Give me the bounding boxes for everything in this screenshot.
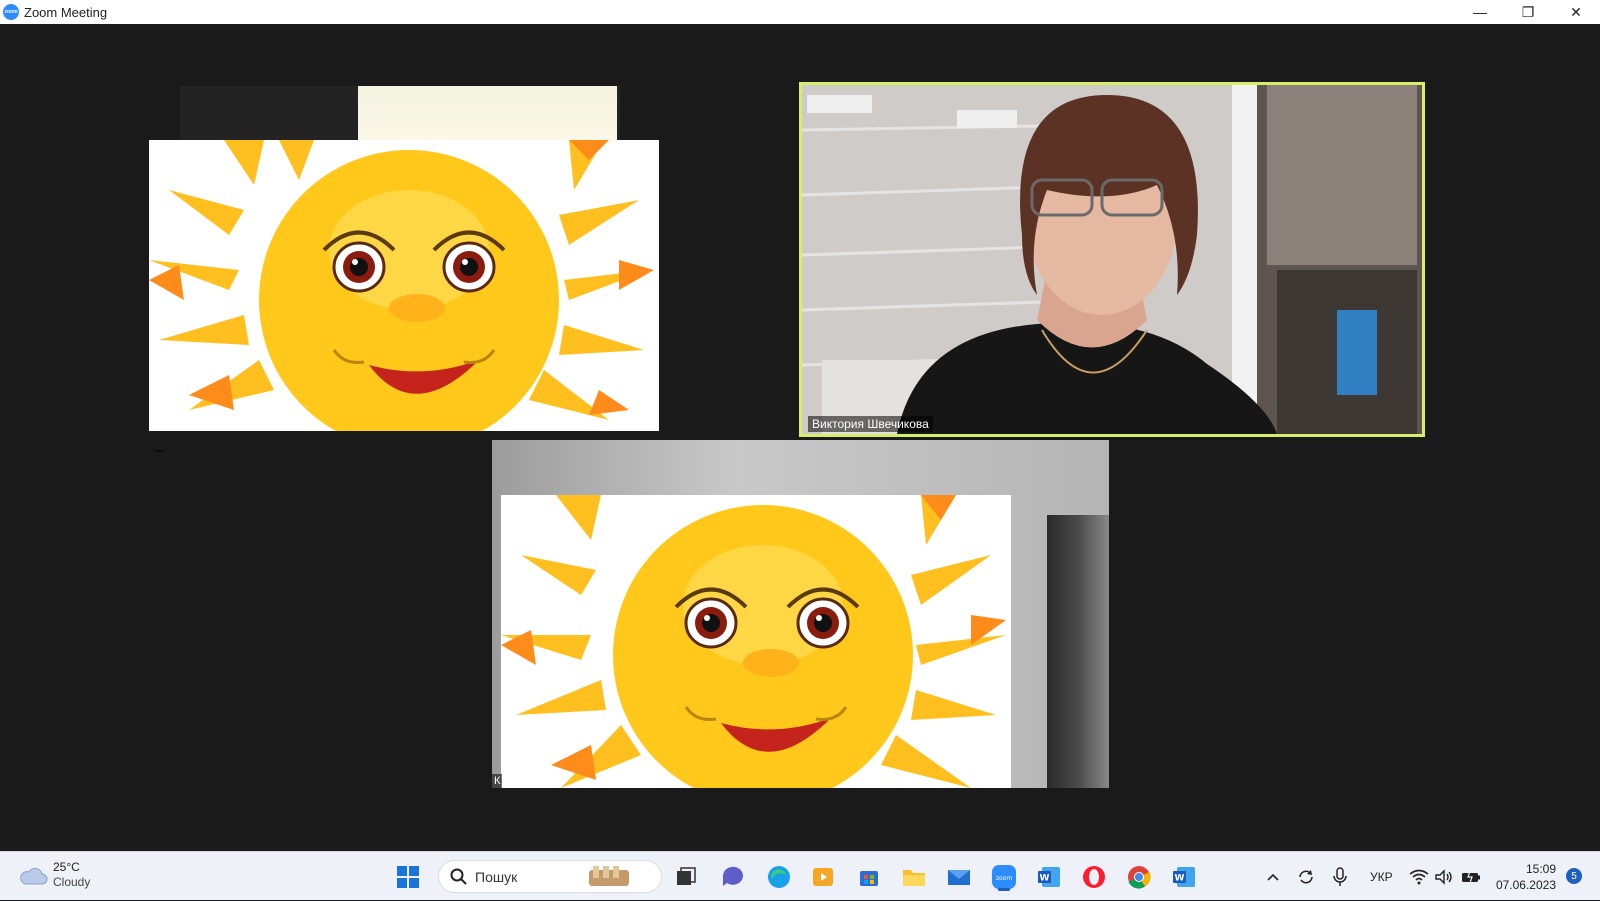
taskbar-app-mail[interactable]: [943, 861, 975, 893]
taskbar-app-media[interactable]: [807, 861, 839, 893]
search-input[interactable]: [475, 868, 595, 885]
window-controls: — ❐ ✕: [1456, 0, 1600, 24]
clock-time: 15:09: [1525, 862, 1556, 876]
windows-icon: [397, 866, 419, 888]
participant-tile-1[interactable]: [149, 86, 659, 454]
video-window-light: [358, 86, 617, 142]
svg-text:W: W: [1040, 874, 1050, 884]
chrome-icon: [1128, 866, 1151, 889]
restore-button[interactable]: ❐: [1504, 0, 1552, 24]
close-button[interactable]: ✕: [1552, 0, 1600, 24]
taskbar-app-chrome[interactable]: [1123, 861, 1155, 893]
chat-icon: [722, 866, 743, 886]
wifi-icon: [1409, 869, 1429, 885]
language-indicator: УКР: [1370, 869, 1393, 884]
notification-count: 5: [1571, 870, 1577, 882]
participant-name: Виктория Швечикова: [808, 416, 933, 432]
store-icon: [860, 871, 878, 886]
volume-icon: [1435, 869, 1452, 885]
minimize-button[interactable]: —: [1456, 0, 1504, 24]
participant-video: [802, 85, 1422, 434]
notification-badge[interactable]: 5: [1566, 868, 1582, 884]
sync-icon: [1299, 870, 1313, 884]
task-view-button[interactable]: [670, 861, 702, 893]
battery-icon: [1462, 870, 1480, 884]
search-box[interactable]: [438, 860, 662, 893]
word-icon: W: [1038, 867, 1060, 887]
search-icon: [450, 868, 467, 885]
svg-text:zoom: zoom: [996, 875, 1012, 882]
mail-icon: [948, 870, 970, 885]
media-player-icon: [813, 868, 833, 886]
opera-icon: [1083, 866, 1105, 888]
title-bar: zoom Zoom Meeting — ❐ ✕: [0, 0, 1600, 24]
edge-icon: [768, 866, 790, 888]
window-title: Zoom Meeting: [24, 4, 108, 20]
tray-microphone-button[interactable]: [1324, 861, 1356, 893]
search-highlight-icon: [589, 865, 629, 886]
active-app-indicator: [998, 888, 1010, 891]
meeting-gallery: Виктория Швечикова К: [0, 24, 1600, 851]
zoom-logo-icon: zoom: [3, 4, 19, 20]
participant-name: [155, 450, 163, 452]
taskbar-app-explorer[interactable]: [898, 861, 930, 893]
participant-tile-3[interactable]: К: [492, 440, 1109, 788]
cloud-icon: [20, 867, 48, 885]
participant-tile-active-speaker[interactable]: Виктория Швечикова: [799, 82, 1425, 437]
weather-condition: Cloudy: [53, 875, 91, 889]
taskbar-app-word-2[interactable]: W: [1168, 861, 1200, 893]
taskbar-app-store[interactable]: [853, 861, 885, 893]
sun-face-icon: [149, 140, 654, 450]
svg-text:W: W: [1175, 874, 1185, 884]
sun-face-icon: [501, 495, 1006, 788]
tray-overflow-button[interactable]: [1257, 861, 1289, 893]
word-icon: W: [1173, 867, 1195, 887]
taskbar-app-zoom[interactable]: zoom: [988, 861, 1020, 893]
zoom-app-icon: zoom: [992, 865, 1016, 889]
tray-sync-button[interactable]: [1290, 861, 1322, 893]
taskbar: 25°C Cloudy zoom: [0, 851, 1600, 900]
participant-name: К: [492, 774, 503, 788]
folder-icon: [903, 870, 925, 886]
restore-icon: ❐: [1521, 3, 1535, 20]
tray-language[interactable]: УКР: [1370, 852, 1393, 901]
weather-widget[interactable]: 25°C Cloudy: [18, 860, 90, 890]
tray-battery-button[interactable]: [1455, 861, 1487, 893]
start-button[interactable]: [392, 861, 424, 893]
clock-date: 07.06.2023: [1495, 878, 1556, 892]
microphone-icon: [1333, 867, 1347, 886]
clock[interactable]: 15:09 07.06.2023: [1496, 861, 1556, 893]
taskbar-app-opera[interactable]: [1078, 861, 1110, 893]
virtual-background-sun: [501, 495, 1011, 788]
taskbar-app-word[interactable]: W: [1033, 861, 1065, 893]
weather-temperature: 25°C: [53, 860, 80, 874]
video-doorway: [1047, 515, 1109, 788]
close-icon: ✕: [1570, 3, 1582, 20]
chevron-up-icon: [1267, 873, 1279, 881]
taskbar-app-chat[interactable]: [717, 861, 749, 893]
taskbar-app-edge[interactable]: [763, 861, 795, 893]
task-view-icon: [677, 867, 696, 885]
minimize-icon: —: [1473, 4, 1487, 20]
virtual-background-sun: [149, 140, 659, 450]
